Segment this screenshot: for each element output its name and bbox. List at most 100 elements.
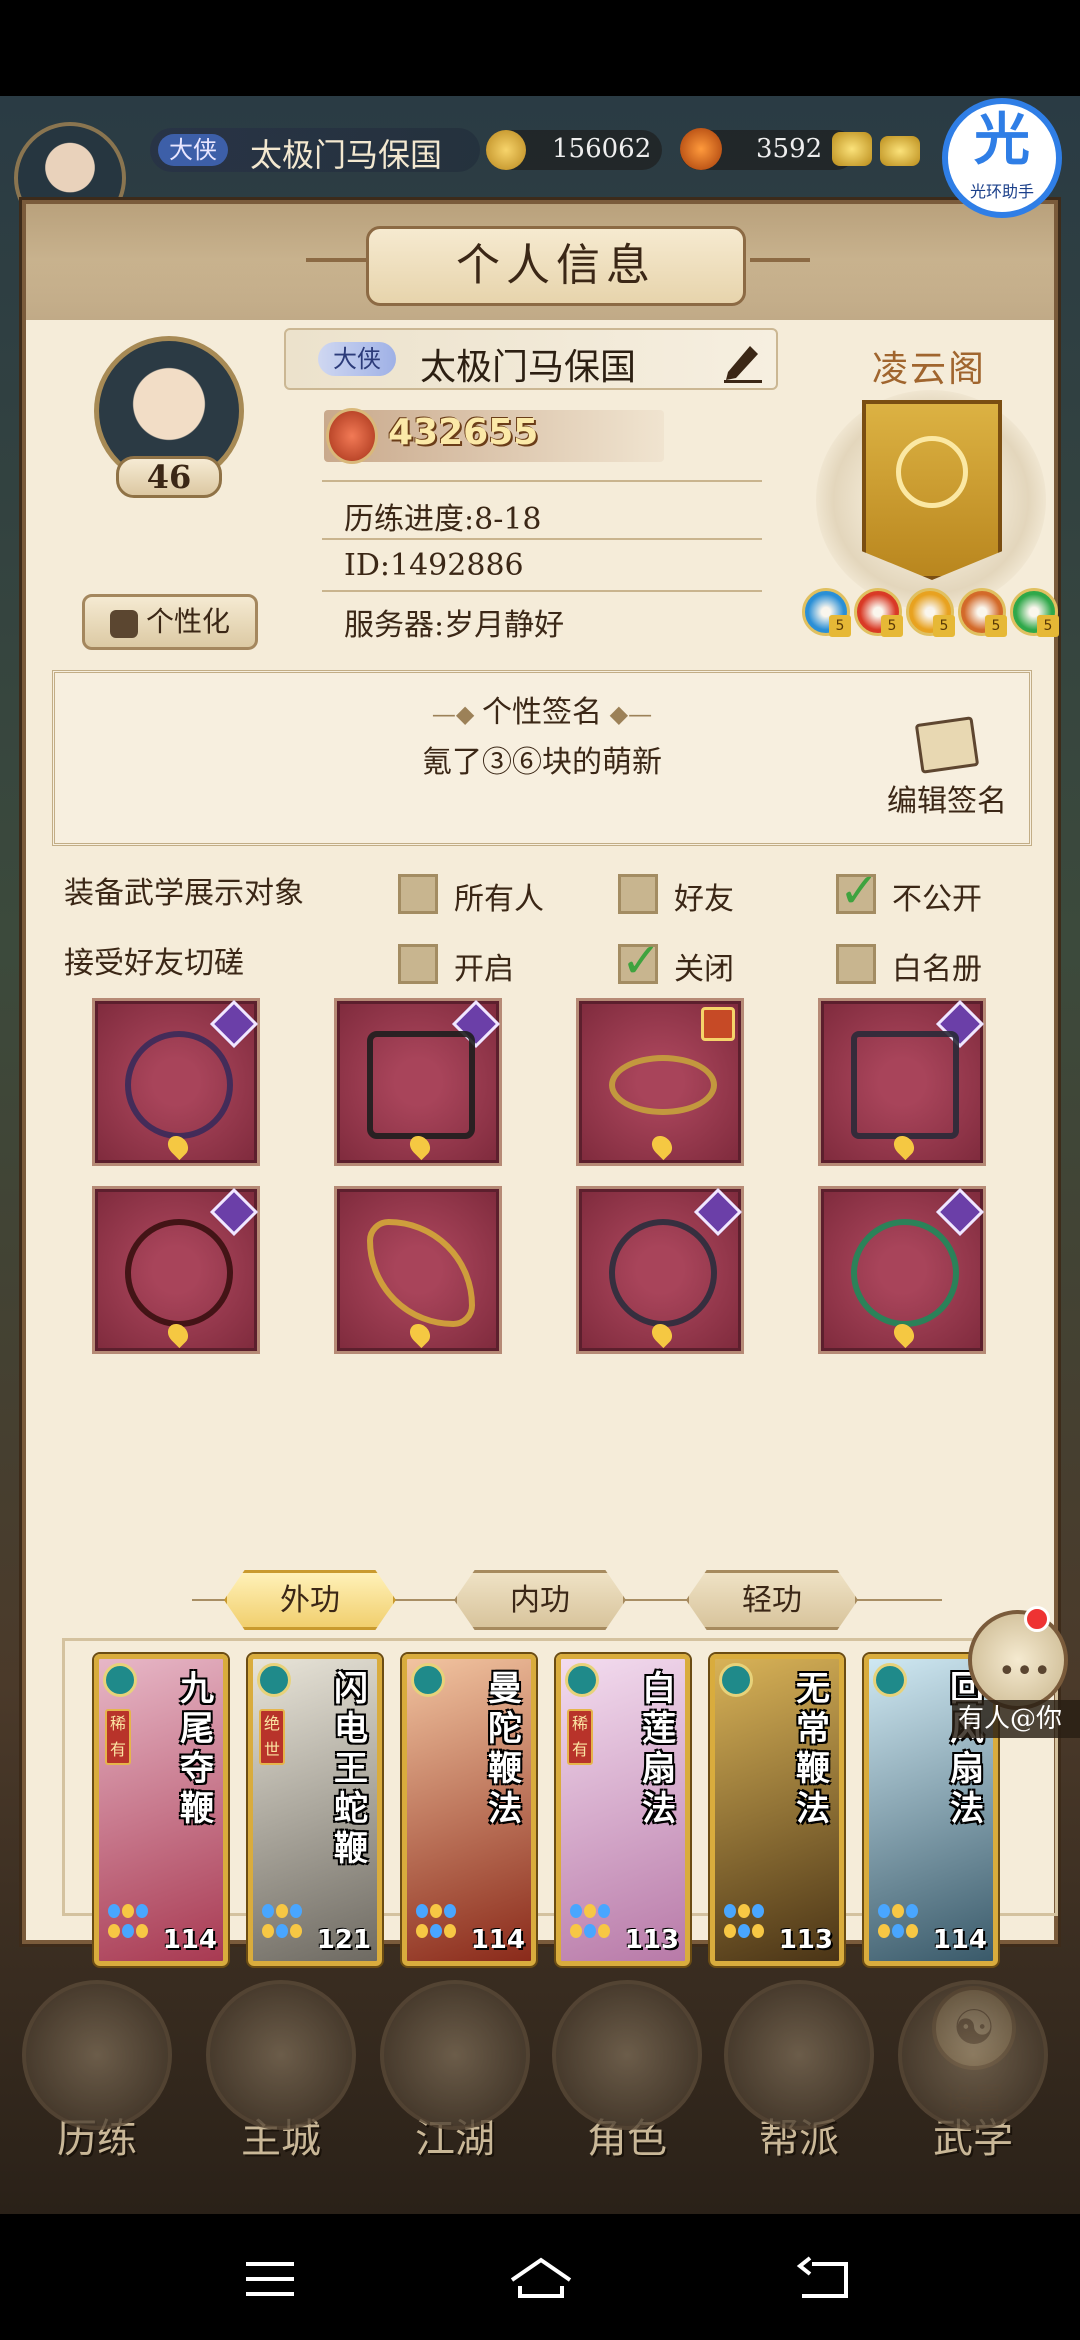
- hud-player-name: 太极门马保国: [250, 136, 443, 174]
- display-private-label: 不公开: [892, 882, 982, 917]
- panel-header: 个人信息: [26, 204, 1054, 320]
- skill-level: 113: [778, 1925, 833, 1955]
- skill-level: 113: [624, 1925, 679, 1955]
- chat-icon: •••: [998, 1654, 1052, 1689]
- edit-signature-button[interactable]: 编辑签名: [872, 716, 1022, 830]
- shell-seal-icon: [565, 1663, 599, 1697]
- display-all-checkbox[interactable]: [398, 874, 438, 914]
- rarity-tag: 绝世: [259, 1709, 285, 1765]
- jade-ring-icon: [851, 1219, 959, 1327]
- shell-seal-icon: [719, 1663, 753, 1697]
- menu-icon[interactable]: [240, 2254, 300, 2304]
- assistant-floating-button[interactable]: 光 光环助手: [942, 98, 1062, 218]
- coin-icon: [486, 130, 526, 170]
- gem-icon[interactable]: 5: [906, 588, 955, 637]
- spar-off-label: 关闭: [674, 952, 734, 987]
- level-badge: 46: [116, 456, 222, 498]
- nav-training[interactable]: 历练: [12, 1980, 182, 2200]
- rarity-tag: 稀有: [567, 1709, 593, 1765]
- equip-slot-necklace[interactable]: [92, 1186, 260, 1354]
- nav-character[interactable]: 角色: [542, 1980, 712, 2200]
- equip-slot-bracelet[interactable]: [576, 1186, 744, 1354]
- display-private-checkbox[interactable]: [836, 863, 879, 919]
- nav-jianghu[interactable]: 江湖: [370, 1980, 540, 2200]
- spar-on-checkbox[interactable]: [398, 944, 438, 984]
- skill-name: 九尾夺鞭: [180, 1669, 214, 1829]
- skill-gems: [723, 1903, 767, 1953]
- skill-gems: [877, 1903, 921, 1953]
- status-bar: [0, 0, 1080, 96]
- player-id: ID:1492886: [344, 548, 524, 583]
- personalize-button[interactable]: 个性化: [82, 594, 258, 650]
- skill-gems: [415, 1903, 459, 1953]
- nav-guild[interactable]: 帮派: [714, 1980, 884, 2200]
- skill-card[interactable]: 无常鞭法 113: [710, 1654, 844, 1966]
- gem-level: 5: [933, 615, 955, 637]
- sect-name: 凌云阁: [872, 349, 987, 390]
- equip-slot-robe[interactable]: [334, 998, 502, 1166]
- spar-off-checkbox[interactable]: [618, 933, 661, 989]
- equip-slot-belt[interactable]: [576, 998, 744, 1166]
- chat-button[interactable]: •••: [968, 1610, 1068, 1710]
- combat-power-icon: [326, 408, 378, 464]
- equip-slot-ring[interactable]: [818, 1186, 986, 1354]
- shell-seal-icon: [873, 1663, 907, 1697]
- title-ornament: [750, 258, 810, 262]
- notification-dot: [1024, 1606, 1050, 1632]
- robe-icon: [367, 1031, 475, 1139]
- assistant-label: 光环助手: [969, 182, 1034, 201]
- home-icon[interactable]: [506, 2254, 576, 2304]
- skill-gems: [261, 1903, 305, 1953]
- combat-power-value: 432655: [388, 412, 539, 453]
- drop-icon: [647, 1131, 677, 1161]
- tab-internal[interactable]: 内功: [454, 1570, 626, 1630]
- tab-lightness[interactable]: 轻功: [686, 1570, 858, 1630]
- display-friends-label: 好友: [674, 882, 734, 917]
- scroll-icon: [898, 1980, 1048, 2130]
- equip-slot-boots[interactable]: [818, 998, 986, 1166]
- gem-icon[interactable]: 5: [958, 588, 1007, 637]
- nav-martial-arts[interactable]: 武学: [888, 1980, 1058, 2200]
- tab-external[interactable]: 外功: [224, 1570, 396, 1630]
- display-friends-checkbox[interactable]: [618, 874, 658, 914]
- edit-signature-label: 编辑签名: [887, 784, 1007, 819]
- gem-level: 5: [985, 615, 1007, 637]
- gem-icon[interactable]: 5: [802, 588, 851, 637]
- title-badge: 大侠: [318, 342, 396, 376]
- skill-card[interactable]: 绝世 闪电王蛇鞭 121: [248, 1654, 382, 1966]
- gem-icon[interactable]: 5: [854, 588, 903, 637]
- mention-notice[interactable]: 有人@你: [952, 1700, 1080, 1738]
- spar-whitelist-label: 白名册: [892, 952, 982, 987]
- title-ornament: [306, 258, 366, 262]
- gem-icon[interactable]: 5: [1010, 588, 1059, 637]
- bracelet-icon: [609, 1219, 717, 1327]
- panel-title-text: 个人信息: [456, 240, 656, 291]
- quality-badge-icon: [693, 1187, 743, 1237]
- skill-name: 无常鞭法: [796, 1669, 830, 1829]
- equip-slot-weapon[interactable]: [92, 998, 260, 1166]
- drop-icon: [405, 1319, 435, 1349]
- skill-level: 121: [316, 1925, 371, 1955]
- personalize-label: 个性化: [145, 605, 230, 638]
- top-hud: 大侠 太极门马保国 156062 3592: [0, 100, 1080, 234]
- display-target-label: 装备武学展示对象: [64, 876, 304, 911]
- edit-name-icon[interactable]: [720, 338, 766, 384]
- skill-name: 白莲扇法: [642, 1669, 676, 1829]
- spar-label: 接受好友切磋: [64, 946, 244, 981]
- equip-slot-hairpin[interactable]: [334, 1186, 502, 1354]
- skill-card[interactable]: 稀有 九尾夺鞭 114: [94, 1654, 228, 1966]
- character-icon: [552, 1980, 702, 2130]
- skill-card[interactable]: 曼陀鞭法 114: [402, 1654, 536, 1966]
- skill-level: 114: [162, 1925, 217, 1955]
- skill-level: 114: [932, 1925, 987, 1955]
- signature-heading-text: 个性签名: [482, 695, 602, 730]
- shell-seal-icon: [411, 1663, 445, 1697]
- shell-seal-icon: [257, 1663, 291, 1697]
- ingot-icon: [680, 128, 722, 170]
- panel-title: 个人信息: [366, 226, 746, 306]
- back-icon[interactable]: [792, 2254, 852, 2304]
- sword-icon: [380, 1980, 530, 2130]
- nav-main-city[interactable]: 主城: [196, 1980, 366, 2200]
- skill-card[interactable]: 稀有 白莲扇法 113: [556, 1654, 690, 1966]
- spar-whitelist-checkbox[interactable]: [836, 944, 876, 984]
